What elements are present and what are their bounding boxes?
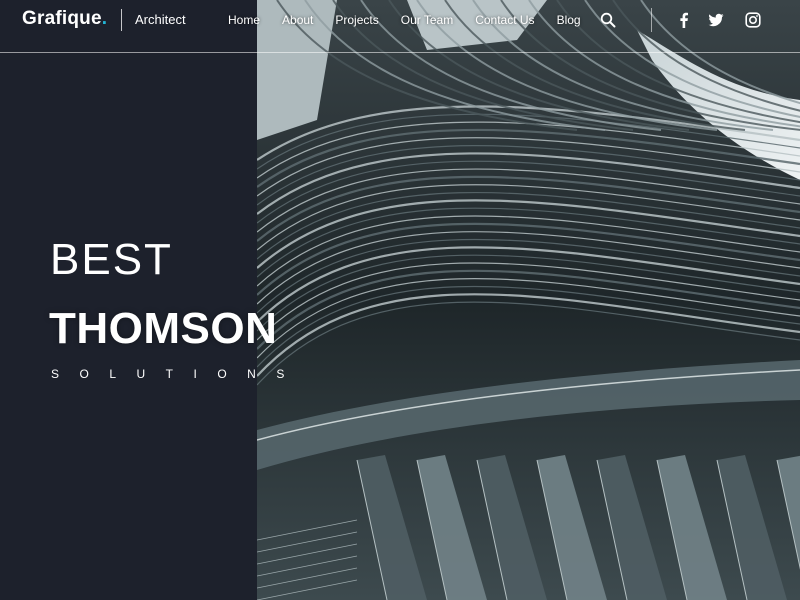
left-panel bbox=[0, 0, 257, 600]
icon-divider bbox=[651, 8, 652, 32]
site-header: Grafique. Architect Home About Projects … bbox=[0, 0, 800, 53]
nav-item-about[interactable]: About bbox=[282, 13, 313, 27]
hero-architecture-image bbox=[257, 0, 800, 600]
brand-dot: . bbox=[101, 8, 108, 29]
brand-name: Grafique bbox=[22, 8, 102, 29]
hero-heading-best: BEST bbox=[50, 235, 173, 284]
nav-item-contact-us[interactable]: Contact Us bbox=[475, 13, 534, 27]
twitter-icon[interactable] bbox=[708, 12, 724, 28]
facebook-icon[interactable] bbox=[676, 12, 692, 28]
nav-item-our-team[interactable]: Our Team bbox=[401, 13, 453, 27]
search-icon[interactable] bbox=[600, 12, 616, 28]
hero-heading-thomson: THOMSON bbox=[49, 304, 278, 353]
nav-item-home[interactable]: Home bbox=[228, 13, 260, 27]
main-nav: Home About Projects Our Team Contact Us … bbox=[228, 13, 603, 27]
brand-tagline: Architect bbox=[135, 12, 186, 27]
brand-logo[interactable]: Grafique. bbox=[22, 8, 107, 30]
nav-item-projects[interactable]: Projects bbox=[335, 13, 378, 27]
hero-subheading-solutions: SOLUTIONS bbox=[51, 367, 305, 381]
nav-item-blog[interactable]: Blog bbox=[557, 13, 581, 27]
brand-divider bbox=[121, 9, 122, 31]
instagram-icon[interactable] bbox=[745, 12, 761, 28]
